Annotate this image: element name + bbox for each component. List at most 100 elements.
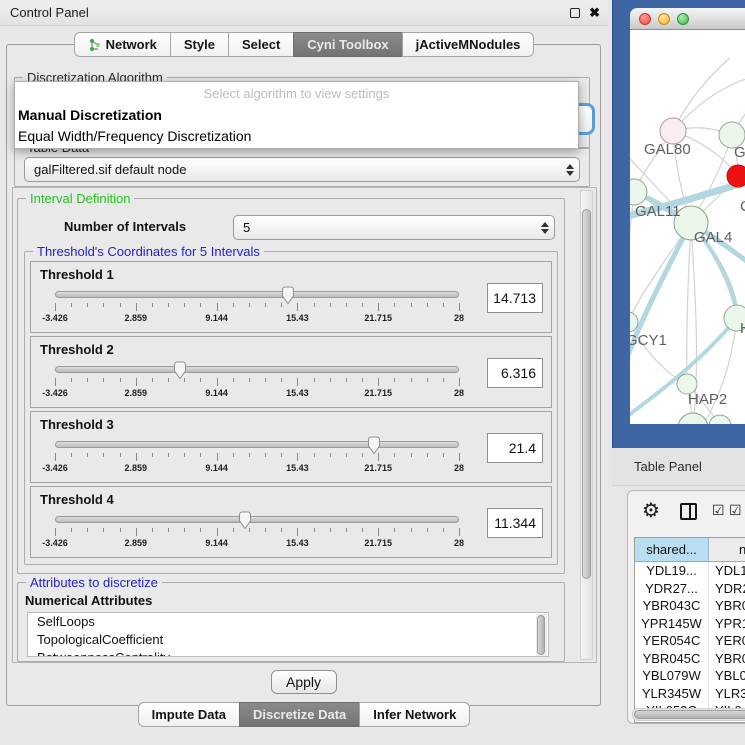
cell-name[interactable]: YDL1 — [709, 562, 745, 580]
table-panel-titlebar: Table Panel — [612, 448, 745, 486]
table-horizontal-scrollbar[interactable] — [632, 708, 745, 721]
slider-track[interactable] — [55, 516, 459, 523]
settings-vertical-scrollbar[interactable] — [580, 190, 593, 660]
cell-shared-name[interactable]: YDR27... — [635, 580, 709, 598]
slider-thumb[interactable] — [172, 361, 188, 380]
cell-name[interactable]: YBL0 — [709, 667, 745, 685]
table-row[interactable]: YER054CYER0 — [635, 632, 745, 650]
node-label-gcy1: GCY1 — [630, 332, 667, 349]
network-edge[interactable] — [687, 223, 691, 384]
threshold-3-value-field[interactable]: 21.4 — [487, 433, 543, 463]
slider-track[interactable] — [55, 441, 459, 448]
network-window-titlebar[interactable] — [630, 8, 745, 30]
slider-thumb[interactable] — [237, 511, 253, 530]
list-scrollbar[interactable] — [536, 614, 547, 657]
slider-track[interactable] — [55, 366, 459, 373]
tab-style[interactable]: Style — [170, 32, 229, 57]
cell-shared-name[interactable]: YDL19... — [635, 562, 709, 580]
checkbox-checked-icon[interactable]: ☑ — [712, 502, 725, 519]
menu-item-equal-width-frequency-discretization[interactable]: Equal Width/Frequency Discretization — [15, 126, 578, 147]
table-data-combo[interactable]: galFiltered.sif default node — [24, 157, 580, 182]
network-edge[interactable] — [673, 58, 730, 131]
slider-track[interactable] — [55, 291, 459, 298]
minimize-traffic-light-icon[interactable] — [658, 13, 670, 25]
slider-thumb[interactable] — [280, 286, 296, 305]
threshold-4-value-field[interactable]: 11.344 — [487, 508, 543, 538]
tab-cyni-toolbox[interactable]: Cyni Toolbox — [293, 32, 402, 57]
menu-item-manual-discretization[interactable]: Manual Discretization — [15, 105, 578, 126]
float-window-icon[interactable] — [570, 8, 580, 18]
gear-icon[interactable]: ⚙ — [642, 498, 660, 523]
threshold-2-slider[interactable]: -3.4262.8599.14415.4321.71528 — [41, 361, 473, 407]
table-row[interactable]: YPR145WYPR1 — [635, 615, 745, 633]
slider-ticks — [55, 453, 459, 462]
checkbox-checked-icon[interactable]: ☑ — [729, 502, 742, 519]
table-row[interactable]: YBR043CYBR0 — [635, 597, 745, 615]
table-row[interactable]: YLR345WYLR3 — [635, 685, 745, 703]
node-attribute-table[interactable]: shared...naYDL19...YDL1YDR27...YDR2YBR04… — [634, 537, 745, 723]
column-header-name[interactable]: na — [709, 538, 745, 561]
tab-select[interactable]: Select — [228, 32, 294, 57]
network-node-selected-red-node[interactable] — [727, 165, 745, 187]
network-node-gal11[interactable] — [630, 179, 647, 205]
cell-shared-name[interactable]: YBR043C — [635, 597, 709, 615]
attribute-item-betweennesscentrality[interactable]: BetweennessCentrality — [28, 649, 548, 657]
network-window: GAL80GACGAL11GAL4GCY1HHAP2 — [630, 8, 745, 424]
threshold-4-slider[interactable]: -3.4262.8599.14415.4321.71528 — [41, 511, 473, 557]
cell-name[interactable]: YPR1 — [709, 615, 745, 633]
network-edge-highlighted[interactable] — [630, 223, 691, 372]
slider-thumb[interactable] — [366, 436, 382, 455]
table-row[interactable]: YDL19...YDL1 — [635, 562, 745, 580]
table-row[interactable]: YBR045CYBR0 — [635, 650, 745, 668]
control-panel-title: Control Panel — [10, 0, 89, 26]
cell-name[interactable]: YBR0 — [709, 597, 745, 615]
network-node-node-bottom-1[interactable] — [678, 413, 708, 424]
table-row[interactable]: YDR27...YDR2 — [635, 580, 745, 598]
cyni-toolbox-pane: Discretization Algorithm Select algorith… — [6, 44, 601, 706]
cell-shared-name[interactable]: YPR145W — [635, 615, 709, 633]
table-panel-toolbar: ⚙ ☑ ☑ — [628, 491, 745, 535]
cell-name[interactable]: YDR2 — [709, 580, 745, 598]
number-of-intervals-combo[interactable]: 5 — [233, 215, 555, 240]
column-header-shared-name[interactable]: shared... — [635, 538, 709, 561]
attribute-item-selfloops[interactable]: SelfLoops — [28, 613, 548, 631]
cell-shared-name[interactable]: YLR345W — [635, 685, 709, 703]
tab-impute-data[interactable]: Impute Data — [138, 702, 240, 727]
tab-network[interactable]: Network — [74, 32, 171, 57]
scrollbar-thumb[interactable] — [582, 209, 591, 579]
cell-name[interactable]: YBR0 — [709, 650, 745, 668]
tab-infer-network[interactable]: Infer Network — [359, 702, 470, 727]
control-panel-titlebar[interactable]: Control Panel ✖ — [0, 0, 608, 26]
cell-name[interactable]: YLR3 — [709, 685, 745, 703]
slider-ticks — [55, 378, 459, 387]
cell-shared-name[interactable]: YBL079W — [635, 667, 709, 685]
table-row[interactable]: YBL079WYBL0 — [635, 667, 745, 685]
numerical-attributes-list[interactable]: SelfLoopsTopologicalCoefficientBetweenne… — [27, 612, 549, 657]
tab-jactivemnodules[interactable]: jActiveMNodules — [402, 32, 535, 57]
threshold-2-value-field[interactable]: 6.316 — [487, 358, 543, 388]
threshold-1-value-field[interactable]: 14.713 — [487, 283, 543, 313]
tab-discretize-data[interactable]: Discretize Data — [239, 702, 360, 727]
slider-tick-labels: -3.4262.8599.14415.4321.71528 — [55, 388, 459, 399]
network-canvas[interactable]: GAL80GACGAL11GAL4GCY1HHAP2 — [630, 30, 745, 424]
slider-ticks — [55, 528, 459, 537]
attribute-item-topologicalcoefficient[interactable]: TopologicalCoefficient — [28, 631, 548, 649]
attributes-group: Attributes to discretize Numerical Attri… — [17, 582, 565, 662]
cyni-bottom-tabs: Impute DataDiscretize DataInfer Network — [0, 702, 608, 727]
cell-shared-name[interactable]: YBR045C — [635, 650, 709, 668]
threshold-1-slider[interactable]: -3.4262.8599.14415.4321.71528 — [41, 286, 473, 332]
combo-stepper-icon — [561, 164, 579, 176]
scrollbar-thumb[interactable] — [634, 710, 745, 719]
network-edge[interactable] — [630, 192, 634, 302]
threshold-3-slider[interactable]: -3.4262.8599.14415.4321.71528 — [41, 436, 473, 482]
zoom-traffic-light-icon[interactable] — [677, 13, 689, 25]
apply-button[interactable]: Apply — [271, 670, 337, 694]
cell-name[interactable]: YER0 — [709, 632, 745, 650]
network-node-node-bottom-2[interactable] — [709, 415, 731, 424]
slider-tick-labels: -3.4262.8599.14415.4321.71528 — [55, 313, 459, 324]
split-columns-icon[interactable] — [680, 503, 697, 520]
close-traffic-light-icon[interactable] — [639, 13, 651, 25]
cell-shared-name[interactable]: YER054C — [635, 632, 709, 650]
slider-tick-labels: -3.4262.8599.14415.4321.71528 — [55, 463, 459, 474]
close-icon[interactable]: ✖ — [589, 8, 600, 18]
